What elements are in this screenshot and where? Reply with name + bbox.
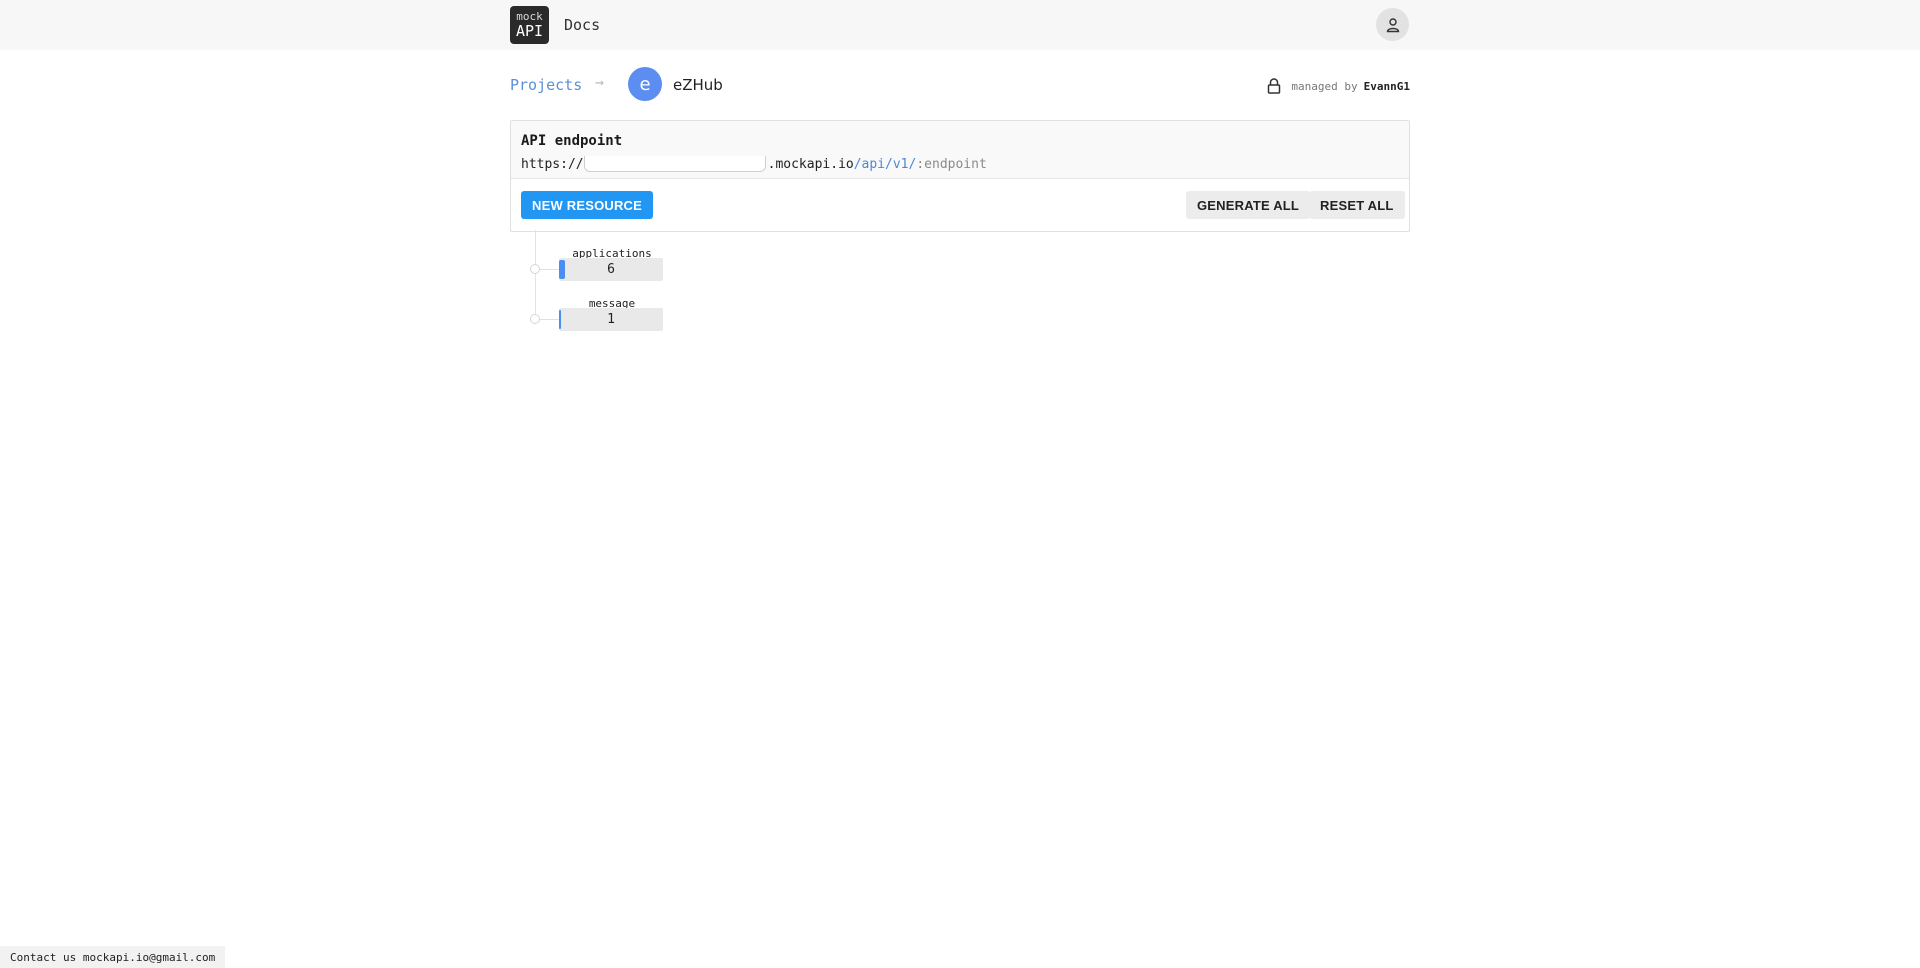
- user-icon: [1386, 17, 1399, 32]
- managed-by-label: managed by: [1291, 79, 1358, 93]
- arrow-right-icon: →: [595, 73, 605, 91]
- breadcrumb-projects-link[interactable]: Projects: [510, 76, 582, 94]
- project-initial: e: [639, 73, 651, 95]
- generate-all-button[interactable]: GENERATE ALL: [1186, 191, 1311, 219]
- resource-item: message 1: [530, 295, 730, 339]
- docs-link[interactable]: Docs: [564, 16, 600, 34]
- logo-text-mock: mock: [516, 10, 543, 23]
- url-prefix: https://: [521, 156, 584, 172]
- resource-count-value: 1: [607, 312, 615, 327]
- tree-node-connector: [540, 319, 560, 320]
- top-navbar: mock API Docs: [0, 0, 1920, 50]
- user-avatar-button[interactable]: [1376, 8, 1409, 41]
- url-domain: .mockapi.io: [767, 156, 854, 172]
- api-endpoint-header: API endpoint https:// .mockapi.io /api/v…: [511, 121, 1409, 179]
- tree-node-dot: [530, 314, 540, 324]
- redacted-project-id: [583, 156, 766, 172]
- resource-count-bar[interactable]: 1: [559, 308, 663, 331]
- api-endpoint-title: API endpoint: [521, 133, 623, 149]
- project-name: eZHub: [673, 76, 723, 94]
- lock-icon[interactable]: [1265, 77, 1283, 95]
- contact-footer: Contact us mockapi.io@gmail.com: [0, 946, 226, 968]
- url-endpoint-placeholder: :endpoint: [916, 156, 987, 172]
- resource-count-bar[interactable]: 6: [559, 258, 663, 281]
- resource-tree: applications 6 message 1: [530, 230, 730, 340]
- contact-text: Contact us mockapi.io@gmail.com: [10, 950, 216, 964]
- api-endpoint-actions: NEW RESOURCE GENERATE ALL RESET ALL: [511, 179, 1409, 231]
- project-avatar: e: [628, 67, 662, 101]
- url-version: /api/v1/: [853, 156, 917, 172]
- logo-text-api: API: [515, 22, 544, 40]
- resource-item: applications 6: [530, 245, 730, 289]
- tree-node-connector: [540, 269, 560, 270]
- new-resource-button[interactable]: NEW RESOURCE: [521, 191, 654, 219]
- api-endpoint-card: API endpoint https:// .mockapi.io /api/v…: [510, 120, 1410, 232]
- mockapi-logo[interactable]: mock API: [510, 6, 549, 44]
- project-ownership: managed by EvannG1: [1264, 76, 1410, 96]
- tree-node-dot: [530, 264, 540, 274]
- owner-name: EvannG1: [1363, 79, 1410, 93]
- resource-count-value: 6: [607, 262, 615, 277]
- reset-all-button[interactable]: RESET ALL: [1309, 191, 1405, 219]
- api-endpoint-url: https:// .mockapi.io /api/v1/ :endpoint: [521, 156, 987, 172]
